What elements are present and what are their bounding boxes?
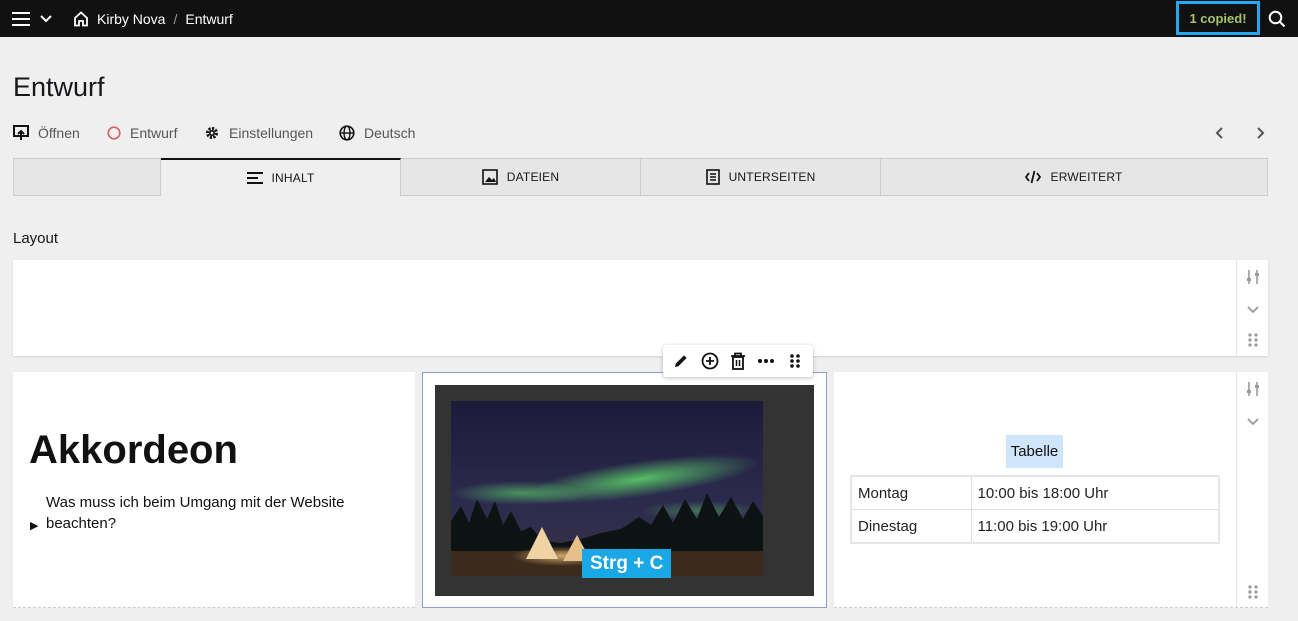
chevron-down-icon[interactable] — [1245, 413, 1261, 429]
add-button[interactable] — [699, 350, 721, 372]
tab-erweitert[interactable]: ERWEITERT — [881, 158, 1268, 196]
open-button-label: Öffnen — [38, 125, 80, 141]
search-button[interactable] — [1268, 0, 1286, 37]
search-icon[interactable] — [1268, 10, 1286, 28]
home-icon[interactable] — [73, 10, 89, 27]
edit-button[interactable] — [670, 350, 692, 372]
status-button-label: Entwurf — [130, 125, 178, 141]
layout-row-empty[interactable] — [13, 260, 1268, 356]
tab-empty[interactable] — [13, 158, 161, 196]
delete-button[interactable] — [727, 350, 749, 372]
copied-badge: 1 copied! — [1176, 1, 1260, 35]
pages-icon — [705, 169, 720, 185]
column-accordion[interactable]: Akkordeon ▶ Was muss ich beim Umgang mit… — [13, 372, 415, 608]
status-button[interactable]: Entwurf — [107, 123, 177, 143]
open-button[interactable]: Öffnen — [13, 123, 80, 143]
menu-button[interactable] — [12, 0, 52, 37]
status-circle-icon — [107, 126, 121, 140]
drag-block-button[interactable] — [784, 350, 806, 372]
trash-icon[interactable] — [730, 352, 746, 370]
table-title: Tabelle — [1006, 435, 1063, 468]
table-cell[interactable]: 10:00 bis 18:00 Uhr — [971, 476, 1219, 510]
table-row: Montag 10:00 bis 18:00 Uhr — [851, 476, 1219, 510]
opening-hours-table[interactable]: Montag 10:00 bis 18:00 Uhr Dinestag 11:0… — [850, 475, 1220, 544]
sliders-icon[interactable] — [1245, 381, 1261, 397]
tab-dateien-label: DATEIEN — [506, 170, 560, 184]
text-lines-icon — [246, 172, 263, 184]
chevron-down-icon[interactable] — [1245, 301, 1261, 317]
shortcut-overlay: Strg + C — [582, 549, 672, 578]
more-options-button[interactable] — [755, 350, 777, 372]
table-cell[interactable]: Dinestag — [851, 509, 972, 544]
row-toolbar — [1236, 260, 1268, 356]
table-cell[interactable]: 11:00 bis 19:00 Uhr — [971, 509, 1219, 544]
accordion-item[interactable]: ▶ Was muss ich beim Umgang mit der Websi… — [30, 492, 390, 534]
code-icon — [1025, 170, 1042, 184]
breadcrumb: Kirby Nova / Entwurf — [73, 0, 233, 37]
settings-button[interactable]: Einstellungen — [204, 123, 313, 143]
tab-bar: INHALT DATEIEN UNTERSEITEN ERWEITERT — [13, 158, 1268, 196]
table-row: Dinestag 11:00 bis 19:00 Uhr — [851, 509, 1219, 544]
language-button[interactable]: Deutsch — [339, 123, 415, 143]
breadcrumb-page[interactable]: Entwurf — [185, 11, 232, 27]
open-icon — [13, 125, 29, 140]
block-toolbar — [663, 345, 813, 377]
image-icon — [481, 169, 498, 185]
drag-handle-icon[interactable] — [1245, 584, 1261, 600]
plus-circle-icon[interactable] — [701, 352, 719, 370]
column-table[interactable]: Tabelle Montag 10:00 bis 18:00 Uhr Dines… — [834, 372, 1268, 608]
page-title: Entwurf — [13, 72, 105, 102]
gear-icon — [206, 127, 218, 139]
next-page-button[interactable] — [1254, 126, 1266, 145]
tab-unterseiten-label: UNTERSEITEN — [728, 170, 816, 184]
tab-inhalt[interactable]: INHALT — [161, 158, 401, 196]
accordion-question: Was muss ich beim Umgang mit der Website… — [46, 494, 345, 532]
row-toolbar — [1236, 372, 1268, 607]
breadcrumb-site[interactable]: Kirby Nova — [97, 11, 165, 27]
triangle-right-icon[interactable]: ▶ — [30, 516, 38, 537]
topbar: Kirby Nova / Entwurf 1 copied! — [0, 0, 1298, 37]
tab-unterseiten[interactable]: UNTERSEITEN — [641, 158, 881, 196]
hamburger-icon[interactable] — [12, 11, 30, 26]
layout-section-label: Layout — [13, 230, 59, 247]
chevron-right-icon[interactable] — [1254, 126, 1266, 140]
chevron-down-icon[interactable] — [40, 14, 52, 23]
pencil-icon[interactable] — [673, 353, 689, 369]
drag-handle-icon[interactable] — [789, 353, 801, 369]
language-button-label: Deutsch — [364, 125, 416, 141]
prev-page-button[interactable] — [1214, 126, 1226, 145]
chevron-left-icon[interactable] — [1214, 126, 1226, 140]
tab-erweitert-label: ERWEITERT — [1050, 170, 1123, 184]
accordion-title: Akkordeon — [29, 428, 238, 472]
more-dots-icon[interactable] — [757, 358, 775, 364]
globe-icon — [339, 125, 355, 141]
tab-inhalt-label: INHALT — [271, 171, 315, 185]
sliders-icon[interactable] — [1245, 269, 1261, 285]
tab-dateien[interactable]: DATEIEN — [401, 158, 641, 196]
breadcrumb-separator: / — [173, 10, 178, 27]
settings-button-label: Einstellungen — [229, 125, 314, 141]
drag-handle-icon[interactable] — [1245, 332, 1261, 348]
table-cell[interactable]: Montag — [851, 476, 972, 510]
